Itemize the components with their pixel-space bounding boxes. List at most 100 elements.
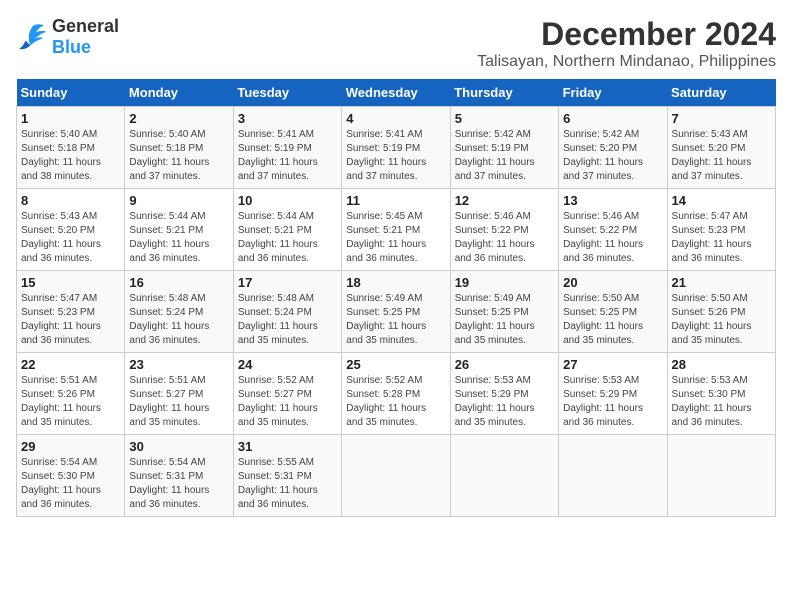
day-number: 28: [672, 357, 771, 372]
day-info: Sunrise: 5:41 AM Sunset: 5:19 PM Dayligh…: [238, 128, 337, 184]
day-info: Sunrise: 5:52 AM Sunset: 5:28 PM Dayligh…: [346, 374, 445, 430]
calendar-cell: 24 Sunrise: 5:52 AM Sunset: 5:27 PM Dayli…: [233, 353, 341, 435]
calendar-cell: 15Sunrise: 5:47 AM Sunset: 5:23 PM Dayli…: [17, 271, 125, 353]
calendar-cell: 4 Sunrise: 5:41 AM Sunset: 5:19 PM Daylig…: [342, 107, 450, 189]
calendar-cell: [450, 435, 558, 517]
calendar-cell: [559, 435, 667, 517]
day-info: Sunrise: 5:52 AM Sunset: 5:27 PM Dayligh…: [238, 374, 337, 430]
calendar-cell: 18 Sunrise: 5:49 AM Sunset: 5:25 PM Dayli…: [342, 271, 450, 353]
day-number: 26: [455, 357, 554, 372]
calendar-cell: 6 Sunrise: 5:42 AM Sunset: 5:20 PM Daylig…: [559, 107, 667, 189]
day-info: Sunrise: 5:44 AM Sunset: 5:21 PM Dayligh…: [129, 210, 228, 266]
calendar-cell: 20 Sunrise: 5:50 AM Sunset: 5:25 PM Dayli…: [559, 271, 667, 353]
day-info: Sunrise: 5:53 AM Sunset: 5:29 PM Dayligh…: [455, 374, 554, 430]
day-number: 21: [672, 275, 771, 290]
day-info: Sunrise: 5:40 AM Sunset: 5:18 PM Dayligh…: [21, 128, 120, 184]
day-number: 10: [238, 193, 337, 208]
day-info: Sunrise: 5:41 AM Sunset: 5:19 PM Dayligh…: [346, 128, 445, 184]
calendar-cell: 25Sunrise: 5:52 AM Sunset: 5:28 PM Dayli…: [342, 353, 450, 435]
day-info: Sunrise: 5:54 AM Sunset: 5:31 PM Dayligh…: [129, 456, 228, 512]
title-area: December 2024 Talisayan, Northern Mindan…: [477, 16, 776, 71]
day-number: 9: [129, 193, 228, 208]
day-number: 17: [238, 275, 337, 290]
day-number: 2: [129, 111, 228, 126]
day-info: Sunrise: 5:55 AM Sunset: 5:31 PM Dayligh…: [238, 456, 337, 512]
day-info: Sunrise: 5:53 AM Sunset: 5:29 PM Dayligh…: [563, 374, 662, 430]
day-info: Sunrise: 5:50 AM Sunset: 5:26 PM Dayligh…: [672, 292, 771, 348]
weekday-header-saturday: Saturday: [667, 79, 775, 107]
calendar-cell: 23 Sunrise: 5:51 AM Sunset: 5:27 PM Dayli…: [125, 353, 233, 435]
location-title: Talisayan, Northern Mindanao, Philippine…: [477, 53, 776, 71]
weekday-header-thursday: Thursday: [450, 79, 558, 107]
calendar-cell: 19Sunrise: 5:49 AM Sunset: 5:25 PM Dayli…: [450, 271, 558, 353]
logo: General Blue: [16, 16, 119, 58]
logo-text: General Blue: [52, 16, 119, 58]
calendar-cell: 27 Sunrise: 5:53 AM Sunset: 5:29 PM Dayli…: [559, 353, 667, 435]
calendar-cell: 1 Sunrise: 5:40 AM Sunset: 5:18 PM Daylig…: [17, 107, 125, 189]
day-info: Sunrise: 5:48 AM Sunset: 5:24 PM Dayligh…: [238, 292, 337, 348]
calendar-cell: 30Sunrise: 5:54 AM Sunset: 5:31 PM Dayli…: [125, 435, 233, 517]
day-number: 16: [129, 275, 228, 290]
calendar-cell: 12 Sunrise: 5:46 AM Sunset: 5:22 PM Dayli…: [450, 189, 558, 271]
weekday-header-monday: Monday: [125, 79, 233, 107]
calendar-cell: 17 Sunrise: 5:48 AM Sunset: 5:24 PM Dayli…: [233, 271, 341, 353]
month-title: December 2024: [477, 16, 776, 53]
calendar-week-row: 15Sunrise: 5:47 AM Sunset: 5:23 PM Dayli…: [17, 271, 776, 353]
day-info: Sunrise: 5:45 AM Sunset: 5:21 PM Dayligh…: [346, 210, 445, 266]
day-number: 4: [346, 111, 445, 126]
weekday-header-tuesday: Tuesday: [233, 79, 341, 107]
day-info: Sunrise: 5:43 AM Sunset: 5:20 PM Dayligh…: [21, 210, 120, 266]
calendar-cell: 2Sunrise: 5:40 AM Sunset: 5:18 PM Daylig…: [125, 107, 233, 189]
day-number: 14: [672, 193, 771, 208]
day-info: Sunrise: 5:43 AM Sunset: 5:20 PM Dayligh…: [672, 128, 771, 184]
weekday-header-wednesday: Wednesday: [342, 79, 450, 107]
calendar-cell: 26 Sunrise: 5:53 AM Sunset: 5:29 PM Dayli…: [450, 353, 558, 435]
calendar-cell: 21 Sunrise: 5:50 AM Sunset: 5:26 PM Dayli…: [667, 271, 775, 353]
day-number: 5: [455, 111, 554, 126]
day-number: 12: [455, 193, 554, 208]
calendar-cell: 8 Sunrise: 5:43 AM Sunset: 5:20 PM Daylig…: [17, 189, 125, 271]
calendar-cell: 22Sunrise: 5:51 AM Sunset: 5:26 PM Dayli…: [17, 353, 125, 435]
calendar-cell: 13Sunrise: 5:46 AM Sunset: 5:22 PM Dayli…: [559, 189, 667, 271]
logo-bird-icon: [16, 23, 48, 51]
calendar-cell: 14 Sunrise: 5:47 AM Sunset: 5:23 PM Dayli…: [667, 189, 775, 271]
day-number: 23: [129, 357, 228, 372]
day-info: Sunrise: 5:46 AM Sunset: 5:22 PM Dayligh…: [455, 210, 554, 266]
day-info: Sunrise: 5:51 AM Sunset: 5:27 PM Dayligh…: [129, 374, 228, 430]
day-info: Sunrise: 5:47 AM Sunset: 5:23 PM Dayligh…: [21, 292, 120, 348]
day-number: 24: [238, 357, 337, 372]
day-number: 1: [21, 111, 120, 126]
day-info: Sunrise: 5:42 AM Sunset: 5:20 PM Dayligh…: [563, 128, 662, 184]
day-info: Sunrise: 5:50 AM Sunset: 5:25 PM Dayligh…: [563, 292, 662, 348]
day-info: Sunrise: 5:46 AM Sunset: 5:22 PM Dayligh…: [563, 210, 662, 266]
day-number: 31: [238, 439, 337, 454]
weekday-header-sunday: Sunday: [17, 79, 125, 107]
day-number: 6: [563, 111, 662, 126]
day-number: 20: [563, 275, 662, 290]
page-header: General Blue December 2024 Talisayan, No…: [16, 16, 776, 71]
day-number: 11: [346, 193, 445, 208]
day-info: Sunrise: 5:47 AM Sunset: 5:23 PM Dayligh…: [672, 210, 771, 266]
day-info: Sunrise: 5:42 AM Sunset: 5:19 PM Dayligh…: [455, 128, 554, 184]
calendar-cell: 5 Sunrise: 5:42 AM Sunset: 5:19 PM Daylig…: [450, 107, 558, 189]
day-number: 8: [21, 193, 120, 208]
calendar-week-row: 8 Sunrise: 5:43 AM Sunset: 5:20 PM Daylig…: [17, 189, 776, 271]
day-info: Sunrise: 5:44 AM Sunset: 5:21 PM Dayligh…: [238, 210, 337, 266]
day-info: Sunrise: 5:53 AM Sunset: 5:30 PM Dayligh…: [672, 374, 771, 430]
calendar-week-row: 29Sunrise: 5:54 AM Sunset: 5:30 PM Dayli…: [17, 435, 776, 517]
day-info: Sunrise: 5:48 AM Sunset: 5:24 PM Dayligh…: [129, 292, 228, 348]
day-number: 3: [238, 111, 337, 126]
calendar-week-row: 22Sunrise: 5:51 AM Sunset: 5:26 PM Dayli…: [17, 353, 776, 435]
calendar-week-row: 1 Sunrise: 5:40 AM Sunset: 5:18 PM Daylig…: [17, 107, 776, 189]
day-info: Sunrise: 5:54 AM Sunset: 5:30 PM Dayligh…: [21, 456, 120, 512]
day-number: 19: [455, 275, 554, 290]
day-number: 18: [346, 275, 445, 290]
calendar-cell: 28 Sunrise: 5:53 AM Sunset: 5:30 PM Dayli…: [667, 353, 775, 435]
weekday-header-row: SundayMondayTuesdayWednesdayThursdayFrid…: [17, 79, 776, 107]
calendar-cell: [667, 435, 775, 517]
day-number: 27: [563, 357, 662, 372]
day-number: 22: [21, 357, 120, 372]
day-info: Sunrise: 5:49 AM Sunset: 5:25 PM Dayligh…: [346, 292, 445, 348]
calendar-cell: 16 Sunrise: 5:48 AM Sunset: 5:24 PM Dayli…: [125, 271, 233, 353]
calendar-table: SundayMondayTuesdayWednesdayThursdayFrid…: [16, 79, 776, 517]
